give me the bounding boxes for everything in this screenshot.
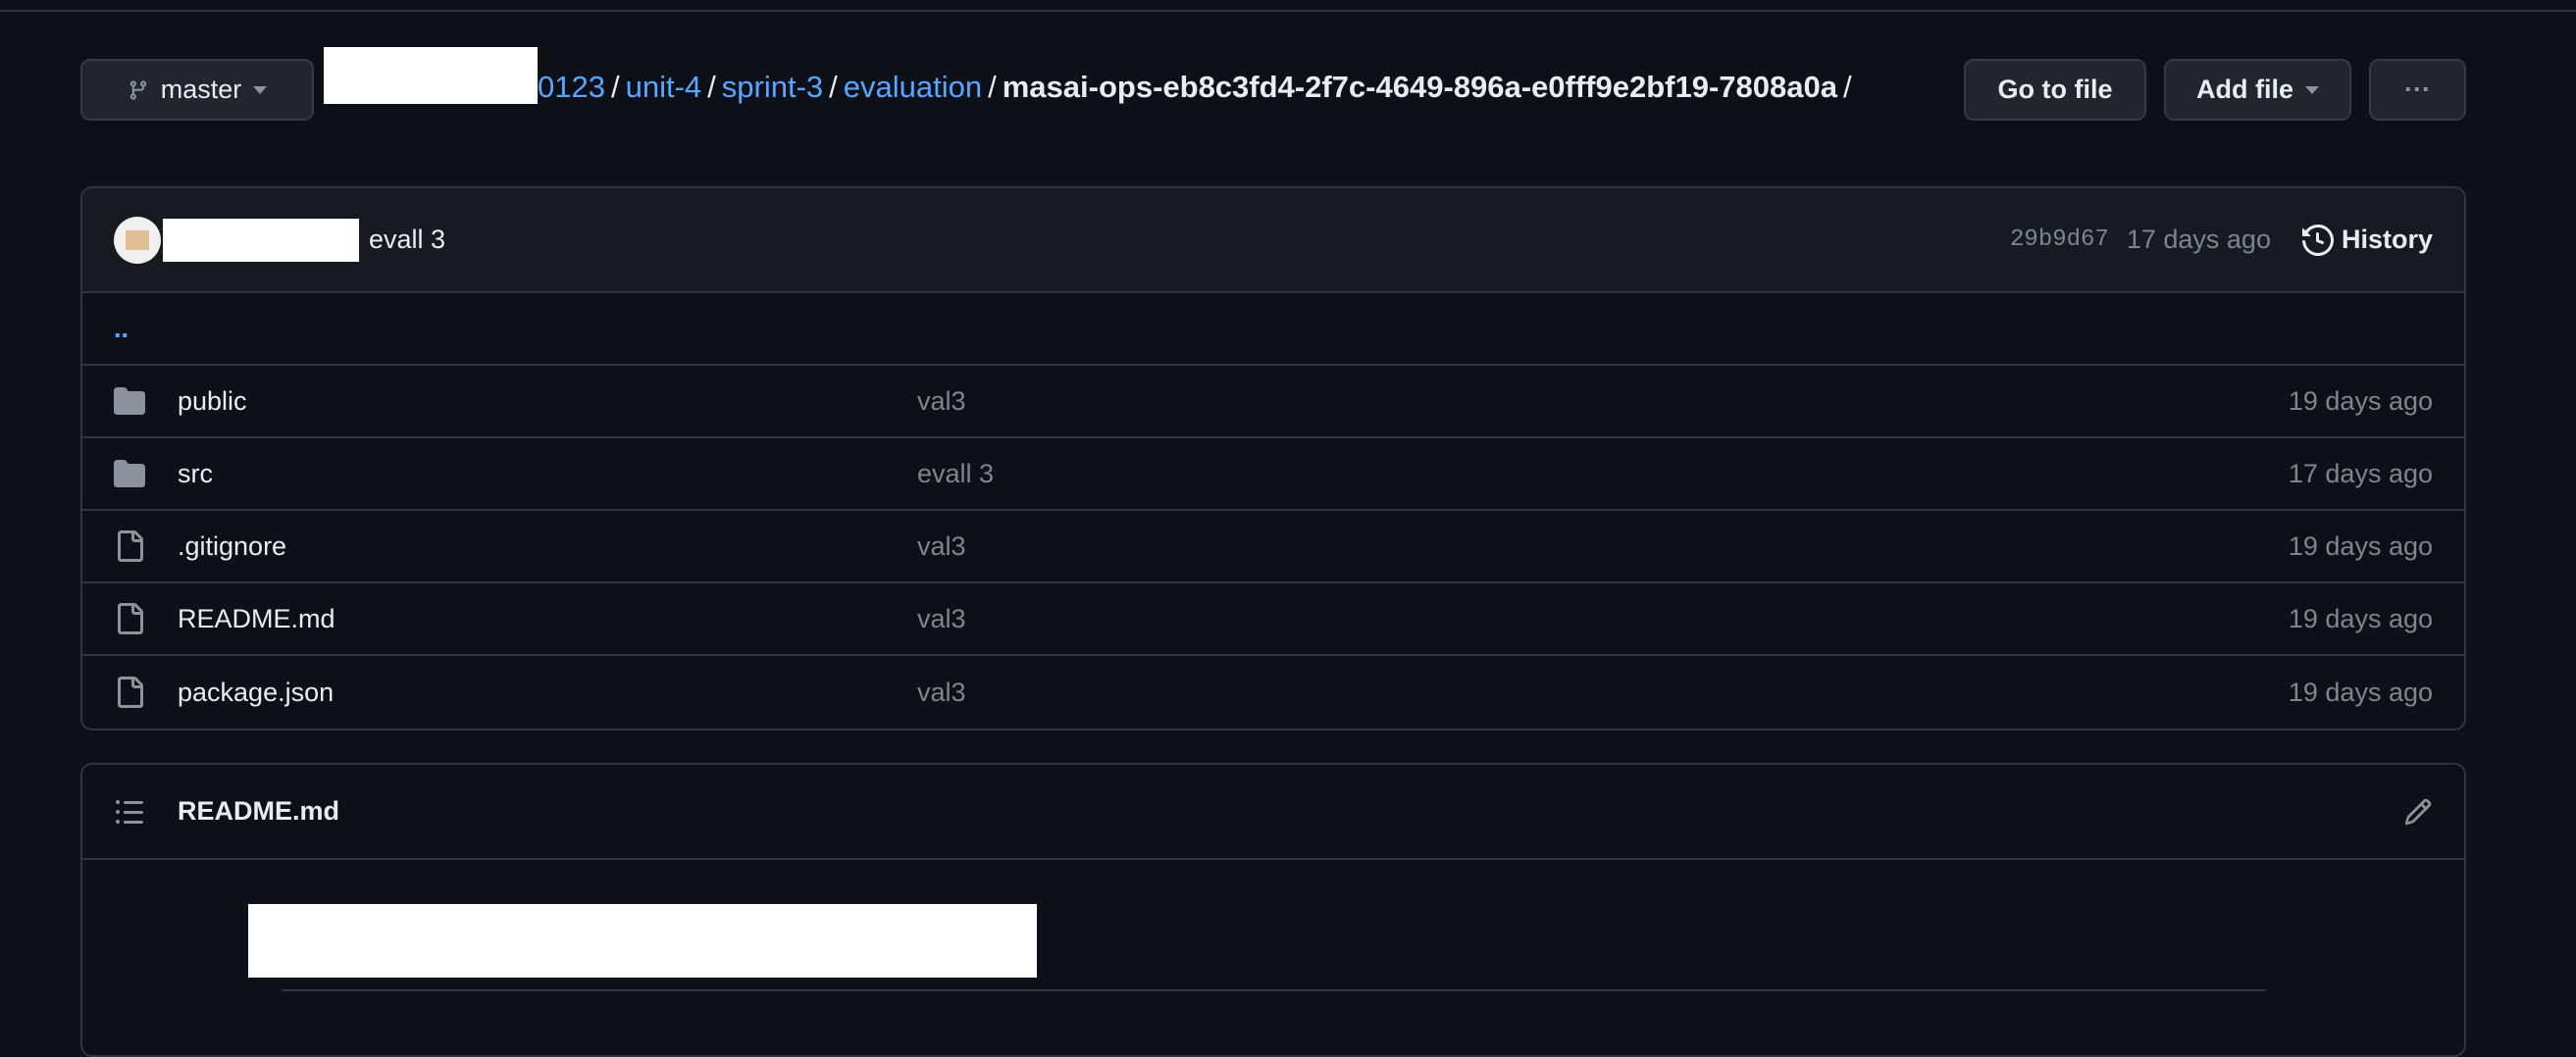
file-name[interactable]: src — [178, 459, 213, 489]
header-divider — [0, 10, 2576, 12]
file-name[interactable]: package.json — [178, 678, 334, 708]
file-row[interactable]: package.json val3 19 days ago — [82, 656, 2464, 729]
file-age: 17 days ago — [2288, 458, 2433, 488]
caret-down-icon — [253, 85, 268, 94]
file-name[interactable]: .gitignore — [178, 531, 286, 562]
pencil-icon[interactable] — [2403, 797, 2433, 827]
folder-icon — [114, 385, 147, 417]
file-name[interactable]: README.md — [178, 604, 335, 634]
breadcrumb-link[interactable]: 0123 — [538, 70, 605, 104]
git-branch-icon — [129, 79, 146, 100]
file-commit-message[interactable]: val3 — [917, 531, 966, 562]
file-browser: evall 3 29b9d67 17 days ago History .. p… — [80, 186, 2466, 730]
breadcrumb-link[interactable]: unit-4 — [626, 70, 702, 104]
history-icon — [2301, 224, 2334, 256]
file-icon — [114, 530, 147, 562]
file-commit-message[interactable]: evall 3 — [917, 459, 994, 489]
go-to-file-button[interactable]: Go to file — [1964, 59, 2146, 121]
file-icon — [114, 603, 147, 634]
file-row[interactable]: README.md val3 19 days ago — [82, 583, 2464, 656]
breadcrumb-current: masai-ops-eb8c3fd4-2f7c-4649-896a-e0fff9… — [1002, 70, 1837, 104]
commit-sha[interactable]: 29b9d67 — [2010, 226, 2109, 253]
breadcrumb-link[interactable]: evaluation — [844, 70, 982, 104]
branch-name: master — [160, 75, 242, 104]
caret-down-icon — [2305, 85, 2319, 94]
commit-age: 17 days ago — [2126, 225, 2271, 254]
kebab-horizontal-icon: ··· — [2404, 75, 2431, 104]
file-commit-message[interactable]: val3 — [917, 386, 966, 417]
file-commit-message[interactable]: val3 — [917, 678, 966, 708]
readme-panel: README.md — [80, 763, 2466, 1057]
commit-message[interactable]: evall 3 — [369, 225, 445, 255]
breadcrumb: 0123/unit-4/sprint-3/evaluation / masai-op… — [538, 70, 1852, 104]
readme-title[interactable]: README.md — [178, 796, 339, 827]
file-age: 19 days ago — [2288, 677, 2433, 707]
redacted-author — [163, 218, 359, 262]
file-commit-message[interactable]: val3 — [917, 604, 966, 634]
file-row[interactable]: public val3 19 days ago — [82, 366, 2464, 438]
readme-divider — [282, 989, 2266, 991]
branch-selector[interactable]: master — [80, 59, 314, 121]
folder-icon — [114, 458, 147, 489]
redacted-readme-heading — [248, 904, 1037, 978]
file-age: 19 days ago — [2288, 385, 2433, 416]
readme-header: README.md — [82, 765, 2464, 860]
list-unordered-icon[interactable] — [114, 796, 145, 828]
more-options-button[interactable]: ··· — [2369, 59, 2466, 121]
file-row[interactable]: .gitignore val3 19 days ago — [82, 511, 2464, 583]
add-file-button[interactable]: Add file — [2164, 59, 2351, 121]
file-name[interactable]: public — [178, 386, 247, 417]
latest-commit: evall 3 29b9d67 17 days ago History — [82, 188, 2464, 293]
file-row[interactable]: src evall 3 17 days ago — [82, 438, 2464, 511]
file-icon — [114, 677, 147, 708]
parent-directory-row[interactable]: .. — [82, 293, 2464, 366]
file-age: 19 days ago — [2288, 603, 2433, 633]
history-link[interactable]: History — [2301, 224, 2433, 256]
file-age: 19 days ago — [2288, 530, 2433, 561]
avatar[interactable] — [114, 216, 161, 264]
breadcrumb-link[interactable]: sprint-3 — [722, 70, 823, 104]
